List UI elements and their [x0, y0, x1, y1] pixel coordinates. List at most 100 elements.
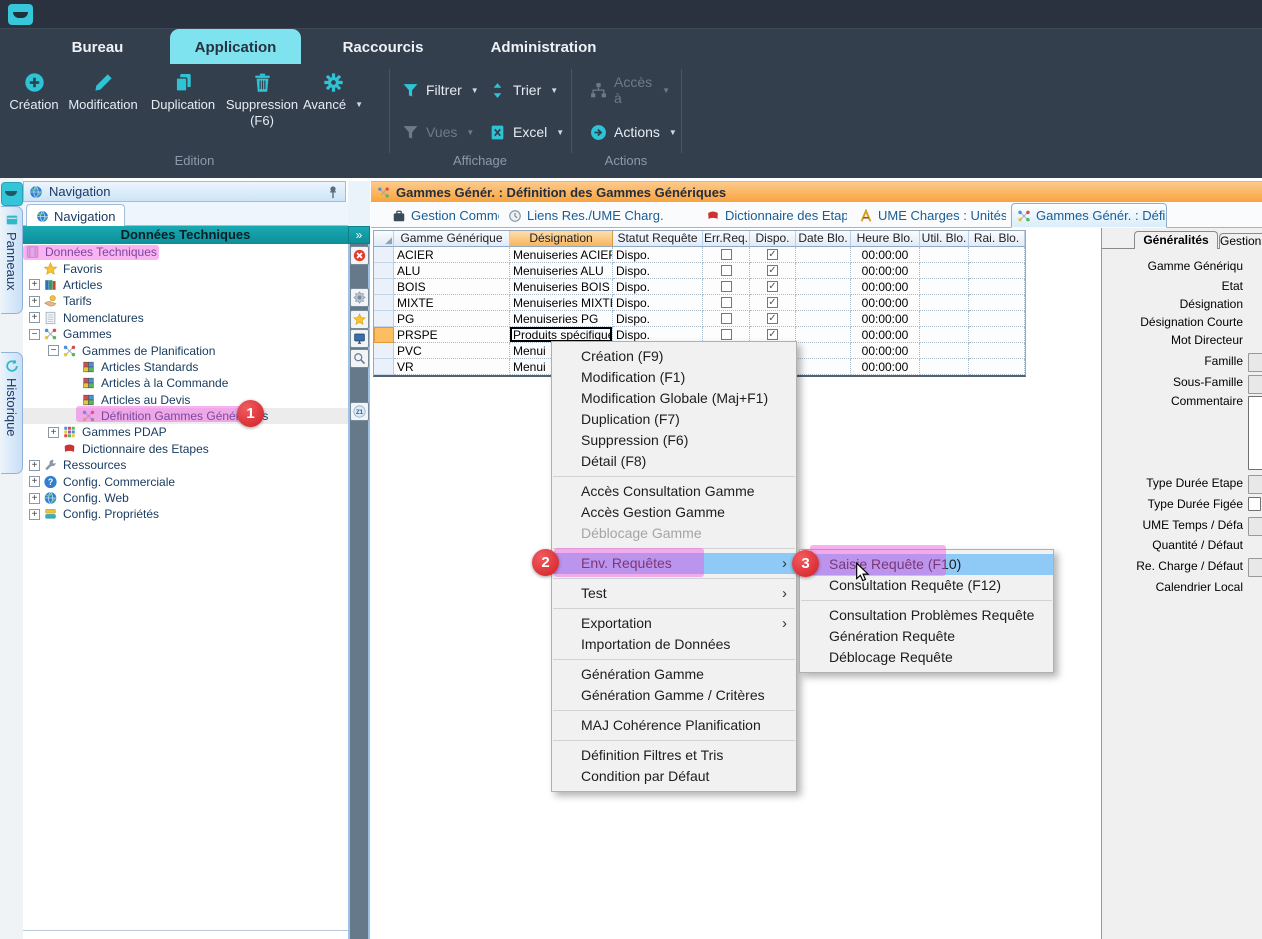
menu-item-env-requetes[interactable]: Env. Requêtes› — [552, 553, 796, 574]
checkbox-checked[interactable]: ✓ — [767, 313, 778, 324]
cell-err[interactable] — [703, 279, 750, 295]
tree-item-config-web[interactable]: +Config. Web — [23, 490, 348, 506]
table-row[interactable]: MIXTEMenuiseries MIXTEDispo.✓00:00:00 — [374, 295, 1025, 311]
menu-item-generation-gamme-criteres[interactable]: Génération Gamme / Critères — [552, 685, 796, 706]
tree-item-favoris[interactable]: Favoris — [23, 260, 348, 276]
checkbox-unchecked[interactable] — [721, 297, 732, 308]
cell-dispo[interactable]: ✓ — [750, 263, 796, 279]
modification-button[interactable]: Modification — [62, 72, 144, 113]
column-header-heure-blo[interactable]: Heure Blo. — [851, 231, 920, 247]
excel-button[interactable]: Excel▼ — [489, 120, 569, 144]
ribbon-tab-bureau[interactable]: Bureau — [40, 29, 155, 65]
creation-button[interactable]: Création — [8, 72, 60, 113]
tree-badge-button[interactable] — [350, 288, 369, 307]
cell[interactable]: Menuiseries ALU — [510, 263, 613, 279]
cell[interactable] — [796, 279, 851, 295]
column-header-gamme-generique[interactable]: Gamme Générique — [394, 231, 510, 247]
cell-dispo[interactable]: ✓ — [750, 247, 796, 263]
table-row[interactable]: PGMenuiseries PGDispo.✓00:00:00 — [374, 311, 1025, 327]
cell-dispo[interactable]: ✓ — [750, 279, 796, 295]
cell[interactable]: 00:00:00 — [851, 327, 920, 343]
checkbox-checked[interactable]: ✓ — [767, 297, 778, 308]
tree-expander-plus-icon[interactable]: + — [29, 279, 40, 290]
field-input-ume-temps-defa[interactable] — [1248, 517, 1262, 536]
cell[interactable]: Dispo. — [613, 311, 703, 327]
tree-expander-plus-icon[interactable]: + — [29, 296, 40, 307]
menu-item-suppression-f6[interactable]: Suppression (F6) — [552, 430, 796, 451]
column-header-err-req[interactable]: Err.Req. — [703, 231, 750, 247]
pin-icon[interactable] — [326, 185, 340, 199]
avance-button[interactable]: Avancé▼ — [304, 72, 362, 113]
cell[interactable]: PRSPE — [394, 327, 510, 343]
cell[interactable] — [796, 247, 851, 263]
cell[interactable]: ACIER — [394, 247, 510, 263]
column-header-util-blo[interactable]: Util. Blo. — [920, 231, 969, 247]
document-tab-ume-charges-unites[interactable]: UME Charges : Unités ... — [854, 204, 1006, 227]
cell[interactable] — [969, 327, 1025, 343]
cell[interactable]: 00:00:00 — [851, 247, 920, 263]
document-tab-liens-res-ume-charg[interactable]: Liens Res./UME Charg... — [503, 204, 663, 227]
cell[interactable]: Dispo. — [613, 279, 703, 295]
menu-item-condition-par-defaut[interactable]: Condition par Défaut — [552, 766, 796, 787]
checkbox-checked[interactable]: ✓ — [767, 265, 778, 276]
checkbox-unchecked[interactable] — [721, 249, 732, 260]
cell[interactable] — [969, 295, 1025, 311]
chevron-down-icon[interactable]: ▼ — [466, 128, 474, 137]
tree-item-ressources[interactable]: +Ressources — [23, 457, 348, 473]
tree-item-donnees-techniques[interactable]: Données Techniques — [23, 244, 348, 260]
dock-tab-historique[interactable]: Historique — [1, 352, 23, 474]
cell[interactable]: Menuiseries PG — [510, 311, 613, 327]
cell[interactable]: 00:00:00 — [851, 359, 920, 375]
cell-err[interactable] — [703, 247, 750, 263]
tree-expander-minus-icon[interactable]: − — [48, 345, 59, 356]
menu-item-creation-f9[interactable]: Création (F9) — [552, 346, 796, 367]
cell[interactable]: ALU — [394, 263, 510, 279]
cell[interactable] — [920, 343, 969, 359]
field-input-sous-famille[interactable] — [1248, 375, 1262, 394]
cell[interactable] — [920, 327, 969, 343]
vues-button[interactable]: Vues▼ — [402, 120, 482, 144]
cell[interactable] — [969, 311, 1025, 327]
cell[interactable] — [920, 295, 969, 311]
filtrer-button[interactable]: Filtrer▼ — [402, 78, 482, 102]
cell[interactable] — [796, 263, 851, 279]
column-header-date-blo[interactable]: Date Blo. — [796, 231, 851, 247]
z1-button[interactable]: Z1 — [350, 402, 369, 421]
cell[interactable] — [920, 279, 969, 295]
search-button[interactable] — [350, 349, 369, 368]
menu-item-generation-gamme[interactable]: Génération Gamme — [552, 664, 796, 685]
menu-item-acces-consultation-gamme[interactable]: Accès Consultation Gamme — [552, 481, 796, 502]
collapse-panel-button[interactable]: » — [348, 226, 370, 244]
cell[interactable] — [796, 311, 851, 327]
column-header-statut-requete[interactable]: Statut Requête — [613, 231, 703, 247]
cell[interactable] — [969, 263, 1025, 279]
cell-dispo[interactable]: ✓ — [750, 295, 796, 311]
field-textarea-commentaire[interactable] — [1248, 396, 1262, 470]
menu-item-test[interactable]: Test› — [552, 583, 796, 604]
cell[interactable]: MIXTE — [394, 295, 510, 311]
column-header-dispo[interactable]: Dispo. — [750, 231, 796, 247]
ribbon-tab-administration[interactable]: Administration — [478, 29, 609, 65]
chevron-down-icon[interactable]: ▼ — [550, 86, 558, 95]
menu-item-modification-globale-maj-f1[interactable]: Modification Globale (Maj+F1) — [552, 388, 796, 409]
row-selector[interactable] — [374, 279, 394, 295]
tree-item-nomenclatures[interactable]: +Nomenclatures — [23, 310, 348, 326]
field-input-type-duree-etape[interactable] — [1248, 475, 1262, 494]
tree-expander-plus-icon[interactable]: + — [29, 509, 40, 520]
menu-item-exportation[interactable]: Exportation› — [552, 613, 796, 634]
tree-item-gammes[interactable]: −Gammes — [23, 326, 348, 342]
document-tab-gestion-commerciale[interactable]: Gestion Commerciale ... — [387, 204, 499, 227]
tree-item-config-proprietes[interactable]: +Config. Propriétés — [23, 506, 348, 522]
menu-item-definition-filtres-et-tris[interactable]: Définition Filtres et Tris — [552, 745, 796, 766]
cell[interactable] — [969, 359, 1025, 375]
chevron-down-icon[interactable]: ▼ — [355, 97, 363, 113]
menu-item-importation-de-donnees[interactable]: Importation de Données — [552, 634, 796, 655]
detail-tab-generalites[interactable]: Généralités — [1134, 231, 1218, 249]
checkbox-unchecked[interactable] — [721, 265, 732, 276]
cell[interactable] — [796, 295, 851, 311]
cell-err[interactable] — [703, 311, 750, 327]
duplication-button[interactable]: Duplication — [146, 72, 220, 113]
menu-item-maj-coherence-planification[interactable]: MAJ Cohérence Planification — [552, 715, 796, 736]
field-input-re-charge-defaut[interactable] — [1248, 558, 1262, 577]
table-row[interactable]: BOISMenuiseries BOISDispo.✓00:00:00 — [374, 279, 1025, 295]
